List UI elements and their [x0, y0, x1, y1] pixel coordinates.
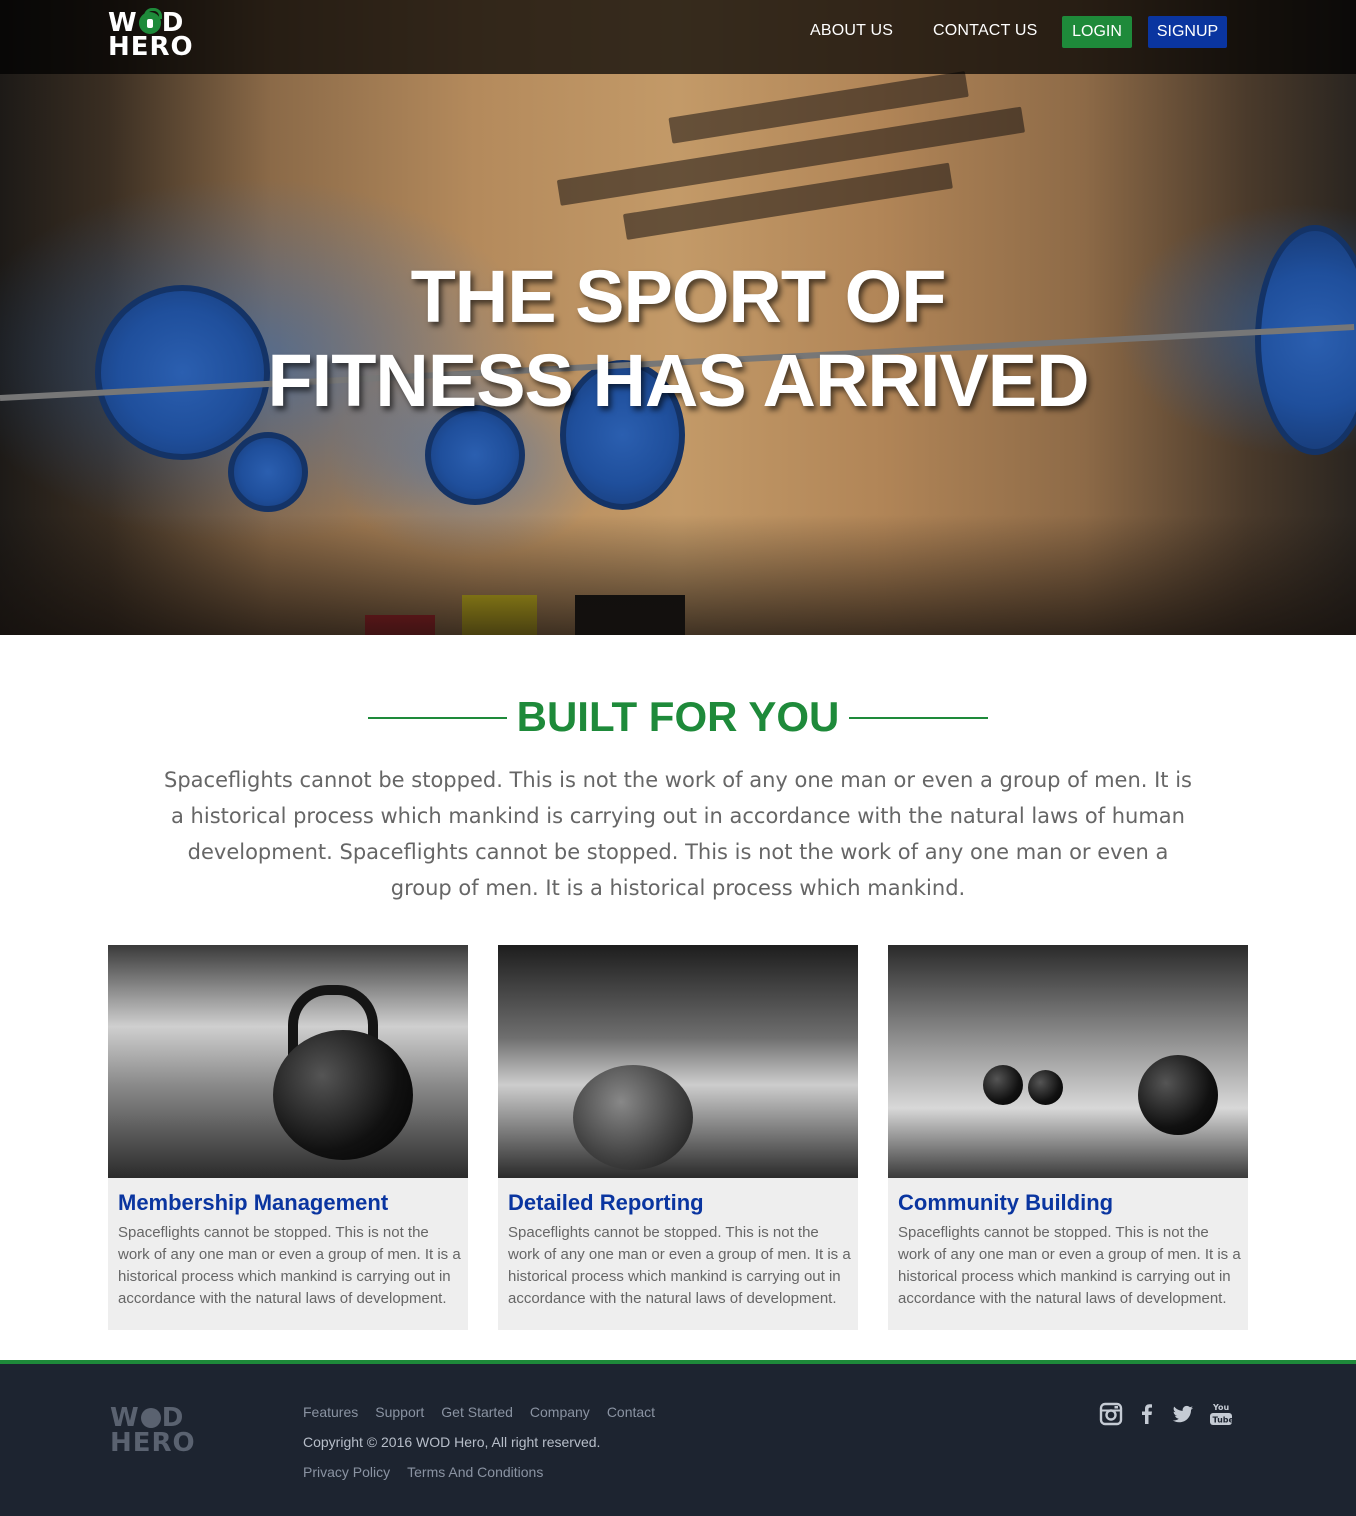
svg-text:You: You — [1212, 1403, 1230, 1412]
footer-link-contact[interactable]: Contact — [607, 1404, 655, 1420]
feature-card-reporting: Detailed Reporting Spaceflights cannot b… — [498, 945, 858, 1330]
footer-logo[interactable]: WD HERO — [110, 1405, 196, 1458]
logo-text-hero: HERO — [108, 32, 194, 62]
nav-contact-link[interactable]: CONTACT US — [933, 22, 1038, 40]
group-kettlebell-photo — [888, 945, 1248, 1178]
svg-text:Tube: Tube — [1213, 1416, 1234, 1425]
footer-link-features[interactable]: Features — [303, 1404, 358, 1420]
card-title: Detailed Reporting — [508, 1190, 704, 1215]
hero-title-line1: THE SPORT OF — [410, 255, 947, 338]
login-button[interactable]: LOGIN — [1062, 16, 1132, 48]
privacy-policy-link[interactable]: Privacy Policy — [303, 1464, 390, 1480]
heading-divider-right — [849, 717, 988, 719]
twitter-icon[interactable] — [1170, 1402, 1196, 1428]
built-for-you-heading: BUILT FOR YOU — [0, 690, 1356, 746]
card-text: Spaceflights cannot be stopped. This is … — [898, 1224, 1241, 1307]
hero-title: THE SPORT OF FITNESS HAS ARRIVED — [0, 255, 1356, 423]
footer-link-support[interactable]: Support — [375, 1404, 424, 1420]
weight-plate — [228, 432, 308, 512]
footer-link-company[interactable]: Company — [530, 1404, 590, 1420]
signup-button[interactable]: SIGNUP — [1148, 16, 1227, 48]
facebook-icon[interactable] — [1134, 1402, 1160, 1428]
legal-links: Privacy Policy Terms And Conditions — [303, 1464, 543, 1480]
medicine-ball-photo — [498, 945, 858, 1178]
site-footer: WD HERO Features Support Get Started Com… — [0, 1360, 1356, 1516]
hero-floor-shadow — [0, 515, 1356, 635]
hero-title-line2: FITNESS HAS ARRIVED — [267, 339, 1089, 422]
card-title: Community Building — [898, 1190, 1114, 1215]
top-navbar: W D HERO ABOUT US CONTACT US LOGIN SIGNU… — [0, 0, 1356, 74]
section-intro: Spaceflights cannot be stopped. This is … — [164, 768, 1192, 900]
youtube-icon[interactable]: You Tube — [1208, 1402, 1235, 1428]
nav-about-link[interactable]: ABOUT US — [810, 22, 893, 40]
footer-nav: Features Support Get Started Company Con… — [303, 1404, 655, 1420]
kettlebell-icon — [140, 1408, 161, 1428]
card-title: Membership Management — [118, 1190, 389, 1215]
section-title: BUILT FOR YOU — [516, 693, 840, 740]
footer-link-get-started[interactable]: Get Started — [441, 1404, 513, 1420]
feature-card-community: Community Building Spaceflights cannot b… — [888, 945, 1248, 1330]
card-text: Spaceflights cannot be stopped. This is … — [508, 1224, 851, 1307]
card-text: Spaceflights cannot be stopped. This is … — [118, 1224, 461, 1307]
feature-card-membership: Membership Management Spaceflights canno… — [108, 945, 468, 1330]
copyright-text: Copyright © 2016 WOD Hero, All right res… — [303, 1434, 601, 1450]
terms-link[interactable]: Terms And Conditions — [407, 1464, 543, 1480]
footer-logo-hero: HERO — [110, 1428, 196, 1458]
hero-banner: THE SPORT OF FITNESS HAS ARRIVED — [0, 0, 1356, 635]
kettlebell-photo — [108, 945, 468, 1178]
site-logo[interactable]: W D HERO — [108, 8, 198, 63]
kettlebell-icon — [138, 8, 162, 34]
instagram-icon[interactable] — [1098, 1402, 1124, 1428]
